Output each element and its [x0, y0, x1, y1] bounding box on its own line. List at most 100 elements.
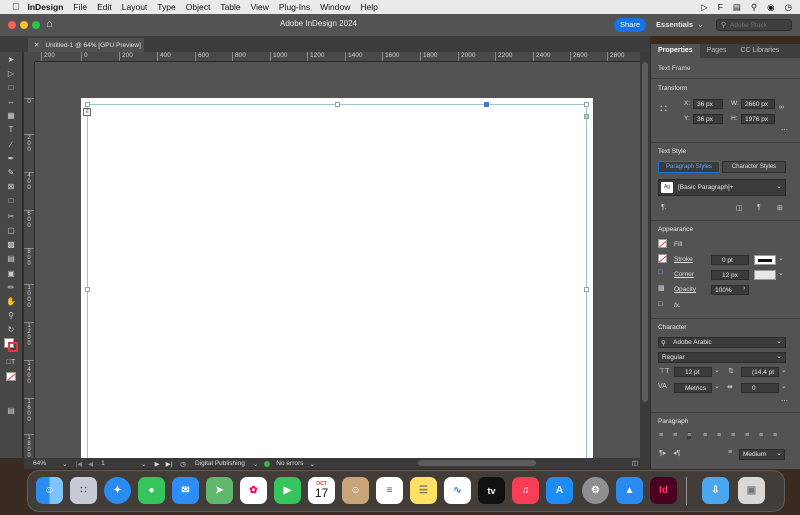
close-icon[interactable]: ✕ [34, 41, 39, 49]
photos-icon[interactable]: ✿ [240, 477, 267, 504]
align-towards-spine-icon[interactable]: ≡ [759, 432, 763, 439]
chevron-down-icon[interactable]: ⌄ [778, 254, 784, 262]
clear-overrides-icon[interactable]: ¶ [757, 204, 761, 211]
chevron-down-icon[interactable]: ⌄ [778, 269, 784, 277]
preflight-icon[interactable]: ◷ [180, 460, 186, 468]
create-style-icon[interactable]: ◫ [736, 204, 743, 212]
pencil-tool-icon[interactable]: ✎ [5, 168, 17, 178]
corner-shape-dropdown[interactable] [754, 270, 776, 280]
pilcrow-icon[interactable]: ¶. [661, 204, 667, 211]
document-tab[interactable]: ✕ Untitled-1 @ 64% [GPU Preview] [28, 38, 144, 52]
character-styles-tab[interactable]: Character Styles [722, 161, 786, 173]
scroll-thumb[interactable] [642, 62, 648, 402]
rectangle-tool-icon[interactable]: □ [5, 196, 17, 206]
frame-handle[interactable] [85, 287, 90, 292]
sidecar-icon[interactable]: ▲ [616, 477, 643, 504]
more-options-icon[interactable]: ⋯ [781, 126, 788, 134]
reference-point-icon[interactable]: ∷ [660, 102, 667, 115]
fill-stroke-swatch-icon[interactable] [4, 338, 18, 352]
align-left-icon[interactable]: ≡ [659, 432, 663, 439]
page-number-field[interactable]: 1 [101, 460, 141, 467]
font-size-field[interactable]: 12 pt [674, 367, 712, 377]
system-settings-icon[interactable]: ⚙ [582, 477, 609, 504]
facetime-icon[interactable]: ▶ [274, 477, 301, 504]
hand-tool-icon[interactable]: ✋ [5, 297, 17, 307]
selection-tool-icon[interactable]: ➤ [5, 55, 17, 65]
y-position-field[interactable]: 36 px [693, 114, 723, 124]
zoom-window-button[interactable] [32, 21, 40, 29]
apply-none-icon[interactable] [6, 372, 16, 381]
justify-right-icon[interactable]: ≡ [731, 432, 735, 439]
control-center-icon[interactable]: ▤ [733, 2, 741, 13]
menu-view[interactable]: View [251, 2, 269, 12]
frame-fitting-icon[interactable]: □ [658, 301, 662, 308]
stroke-label[interactable]: Stroke [674, 256, 693, 263]
finder-icon[interactable]: ☺ [36, 477, 63, 504]
share-button[interactable]: Share [614, 18, 647, 32]
x-position-field[interactable]: 36 px [693, 99, 723, 109]
minimize-window-button[interactable] [20, 21, 28, 29]
frame-handle[interactable] [484, 102, 489, 107]
stroke-weight-field[interactable]: 0 pt [711, 255, 749, 265]
first-page-icon[interactable]: |◀ [75, 460, 82, 468]
chevron-down-icon[interactable]: ⌄ [714, 366, 720, 374]
errors-dropdown-icon[interactable]: ⌄ [309, 460, 314, 468]
next-page-icon[interactable]: ▶ [155, 460, 160, 468]
rtl-direction-icon[interactable]: ¶▸ [659, 449, 666, 457]
preflight-profile[interactable]: Digital Publishing [195, 460, 245, 467]
pasteboard[interactable]: ≡ [35, 62, 640, 458]
ltr-direction-icon[interactable]: ◂¶ [673, 449, 680, 457]
horizontal-ruler[interactable]: 200 0 200 400 600 800 1000 1200 1400 160… [35, 52, 640, 62]
free-transform-tool-icon[interactable]: ▢ [5, 226, 17, 236]
paragraph-style-dropdown[interactable]: Ag [Basic Paragraph]+ ⌄ [658, 179, 786, 196]
calendar-icon[interactable]: OCT 17 [308, 477, 335, 504]
text-frame[interactable] [87, 104, 587, 458]
chevron-down-icon[interactable]: ⌄ [714, 382, 720, 390]
frame-handle[interactable] [584, 287, 589, 292]
frame-handle[interactable] [85, 102, 90, 107]
note-tool-icon[interactable]: ▣ [5, 269, 17, 279]
home-icon[interactable]: ⌂ [46, 18, 53, 30]
app-store-icon[interactable]: A [546, 477, 573, 504]
adobe-stock-input[interactable] [730, 21, 790, 30]
gap-tool-icon[interactable]: ↔ [5, 97, 17, 107]
contacts-icon[interactable]: ☺ [342, 477, 369, 504]
formatting-affects-container-icon[interactable]: □T [5, 358, 17, 368]
menu-object[interactable]: Object [186, 2, 211, 12]
paragraph-styles-tab[interactable]: Paragraph Styles [658, 161, 720, 173]
chevron-down-icon[interactable]: ⌄ [781, 366, 787, 374]
more-options-icon[interactable]: ⋯ [781, 397, 788, 405]
maps-icon[interactable]: ➤ [206, 477, 233, 504]
menu-window[interactable]: Window [320, 2, 350, 12]
corner-icon[interactable]: □ [658, 269, 662, 276]
zoom-dropdown-icon[interactable]: ⌄ [62, 460, 67, 468]
frame-handle[interactable] [335, 102, 340, 107]
messages-icon[interactable]: ● [138, 477, 165, 504]
profile-dropdown-icon[interactable]: ⌄ [253, 460, 258, 468]
vertical-scrollbar[interactable] [640, 52, 650, 458]
stroke-color-dropdown[interactable] [754, 255, 776, 265]
align-away-spine-icon[interactable]: ≡ [773, 432, 777, 439]
previous-page-icon[interactable]: ◀ [88, 460, 93, 468]
height-field[interactable]: 1976 px [741, 114, 775, 124]
downloads-folder-icon[interactable]: ⇩ [702, 477, 729, 504]
menu-table[interactable]: Table [220, 2, 240, 12]
new-style-icon[interactable]: ⊞ [777, 204, 783, 212]
font-family-dropdown[interactable]: ⚲ Adobe Arabic ⌄ [658, 337, 786, 348]
safari-icon[interactable]: ✦ [104, 477, 131, 504]
corner-radius-field[interactable]: 12 px [711, 270, 749, 280]
page-dropdown-icon[interactable]: ⌄ [141, 460, 146, 468]
vertical-ruler[interactable]: 0 2 0 0 4 0 0 6 0 0 8 0 0 1 0 0 0 1 2 0 … [24, 62, 35, 458]
tab-cc-libraries[interactable]: CC Libraries [733, 44, 786, 58]
apple-icon[interactable]:  [12, 2, 20, 13]
menu-file[interactable]: File [73, 2, 87, 12]
width-field[interactable]: 2660 px [741, 99, 775, 109]
tab-pages[interactable]: Pages [700, 44, 734, 58]
menu-edit[interactable]: Edit [97, 2, 112, 12]
justify-all-icon[interactable]: ≡ [745, 432, 749, 439]
chevron-down-icon[interactable]: ⌄ [781, 382, 787, 390]
swap-fill-stroke-icon[interactable]: ↻ [5, 325, 17, 335]
close-window-button[interactable] [8, 21, 16, 29]
apple-tv-icon[interactable]: tv [478, 477, 505, 504]
corner-label[interactable]: Corner [674, 271, 694, 278]
